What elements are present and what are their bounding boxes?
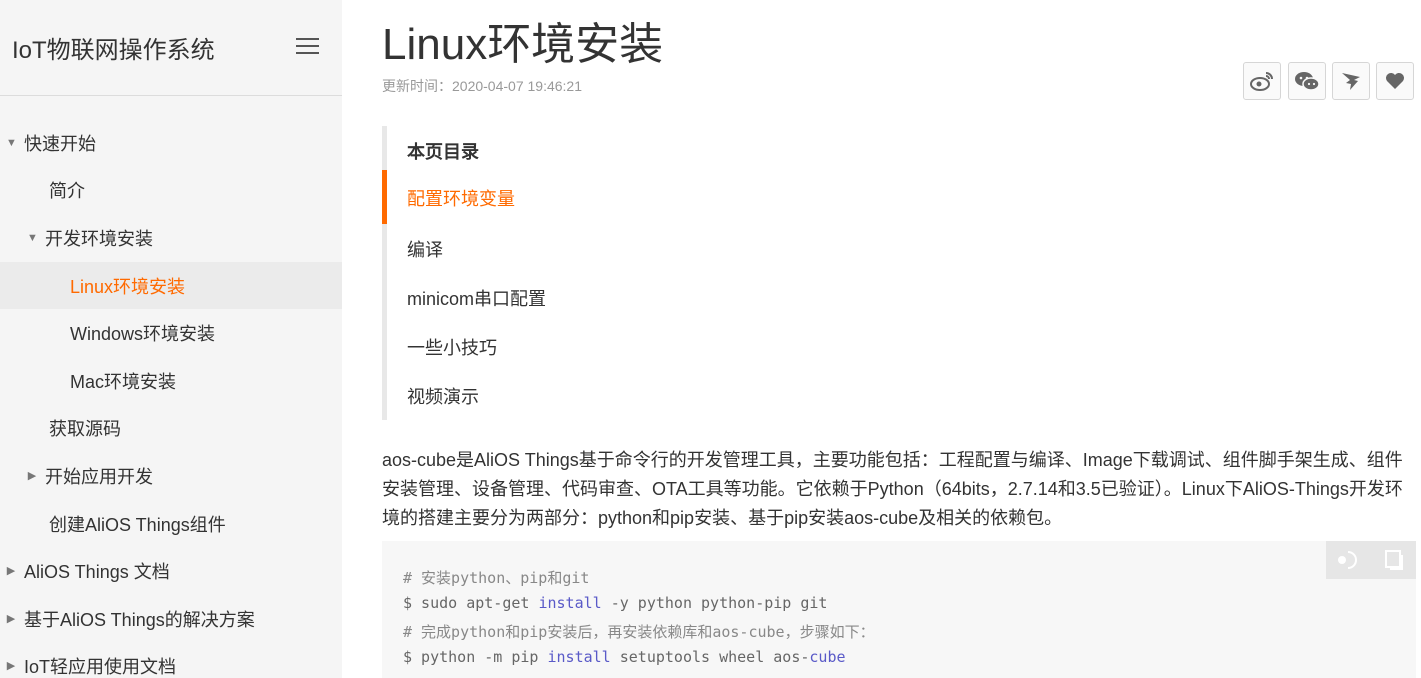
toc-active-marker — [382, 170, 387, 224]
code-comment: # 完成python和pip安装后，再安装依赖库和aos-cube，步骤如下： — [403, 623, 875, 641]
code-comment: # 安装python、pip和git — [403, 569, 590, 587]
wechat-icon — [1295, 72, 1320, 91]
sidebar-item-get-source[interactable]: 获取源码 — [0, 404, 342, 451]
sidebar-item-label: AliOS Things 文档 — [24, 561, 170, 582]
theme-toggle-icon[interactable] — [1334, 545, 1364, 575]
toc-item-compile[interactable]: 编译 — [407, 236, 443, 262]
code-keyword: cube — [809, 648, 846, 666]
sidebar-item-alios-docs[interactable]: ▶ AliOS Things 文档 — [0, 547, 342, 594]
site-title[interactable]: IoT物联网操作系统 — [12, 30, 215, 65]
code-text: -y python python-pip git — [601, 594, 828, 612]
code-toolbar — [1326, 541, 1416, 579]
sidebar-item-app-dev[interactable]: ▶ 开始应用开发 — [0, 452, 342, 499]
caret-down-icon: ▼ — [6, 136, 17, 149]
sidebar-item-label: Windows环境安装 — [70, 323, 216, 344]
update-time: 更新时间：2020-04-07 19:46:21 — [382, 78, 582, 94]
sidebar-item-label: 基于AliOS Things的解决方案 — [24, 609, 255, 630]
sidebar-item-windows-env[interactable]: Windows环境安装 — [0, 309, 342, 356]
sidebar-item-label: IoT轻应用使用文档 — [24, 656, 177, 677]
dingtalk-share-button[interactable] — [1332, 62, 1370, 100]
caret-right-icon: ▶ — [6, 660, 16, 672]
table-of-contents: 本页目录 配置环境变量 编译 minicom串口配置 一些小技巧 视频演示 — [382, 126, 842, 420]
code-block: # 安装python、pip和git $ sudo apt-get instal… — [382, 541, 1416, 678]
code-text: setuptools wheel aos- — [610, 648, 810, 666]
sidebar-item-label: Mac环境安装 — [70, 371, 177, 392]
page-title: Linux环境安装 — [382, 20, 664, 69]
sidebar-header: IoT物联网操作系统 — [0, 0, 342, 96]
weibo-icon — [1250, 72, 1273, 91]
caret-down-icon: ▼ — [27, 231, 38, 244]
menu-toggle-icon[interactable] — [296, 36, 320, 56]
sidebar-item-intro[interactable]: 简介 — [0, 166, 342, 213]
main-content: Linux环境安装 更新时间：2020-04-07 19:46:21 本页目录 … — [342, 0, 1421, 678]
intro-paragraph: aos-cube是AliOS Things基于命令行的开发管理工具，主要功能包括… — [382, 450, 1403, 528]
sidebar-item-create-component[interactable]: 创建AliOS Things组件 — [0, 500, 342, 547]
sidebar-item-solutions[interactable]: ▶ 基于AliOS Things的解决方案 — [0, 595, 342, 642]
toc-item-env-vars[interactable]: 配置环境变量 — [407, 185, 515, 211]
sidebar-item-label: 简介 — [49, 180, 85, 201]
toc-item-video[interactable]: 视频演示 — [407, 383, 479, 409]
toc-item-minicom[interactable]: minicom串口配置 — [407, 285, 546, 311]
heart-icon — [1386, 73, 1404, 89]
caret-right-icon: ▶ — [6, 613, 16, 625]
code-line: # 完成python和pip安装后，再安装依赖库和aos-cube，步骤如下： — [403, 621, 875, 642]
sidebar-item-label: 开发环境安装 — [45, 228, 153, 249]
code-line: $ sudo apt-get install -y python python-… — [403, 594, 827, 612]
sidebar-item-dev-env[interactable]: ▼ 开发环境安装 — [0, 214, 342, 261]
code-text: $ sudo apt-get — [403, 594, 539, 612]
copy-icon[interactable] — [1379, 545, 1409, 575]
sidebar-item-light-app-docs[interactable]: ▶ IoT轻应用使用文档 — [0, 642, 342, 678]
code-line: # 安装python、pip和git — [403, 567, 589, 588]
caret-right-icon: ▶ — [27, 470, 37, 482]
dingtalk-icon — [1342, 73, 1360, 90]
sidebar: IoT物联网操作系统 ▼ 快速开始 简介 ▼ 开发环境安装 Linux环境安装 … — [0, 0, 342, 678]
sidebar-item-mac-env[interactable]: Mac环境安装 — [0, 357, 342, 404]
sidebar-item-label: 开始应用开发 — [45, 466, 153, 487]
code-keyword: install — [547, 648, 611, 666]
wechat-share-button[interactable] — [1288, 62, 1326, 100]
caret-right-icon: ▶ — [6, 565, 16, 577]
code-keyword: install — [538, 594, 602, 612]
sidebar-item-label: 快速开始 — [24, 133, 96, 154]
weibo-share-button[interactable] — [1243, 62, 1281, 100]
sidebar-item-label: 创建AliOS Things组件 — [49, 514, 226, 535]
toc-item-tips[interactable]: 一些小技巧 — [407, 334, 497, 360]
favorite-button[interactable] — [1376, 62, 1414, 100]
code-text: $ python -m pip — [403, 648, 548, 666]
sidebar-item-label: 获取源码 — [49, 418, 121, 439]
code-line: $ python -m pip install setuptools wheel… — [403, 648, 846, 666]
sidebar-item-linux-env[interactable]: Linux环境安装 — [0, 262, 342, 309]
sidebar-item-quick-start[interactable]: ▼ 快速开始 — [0, 119, 342, 166]
sidebar-item-label: Linux环境安装 — [70, 276, 186, 297]
toc-title: 本页目录 — [407, 142, 479, 162]
